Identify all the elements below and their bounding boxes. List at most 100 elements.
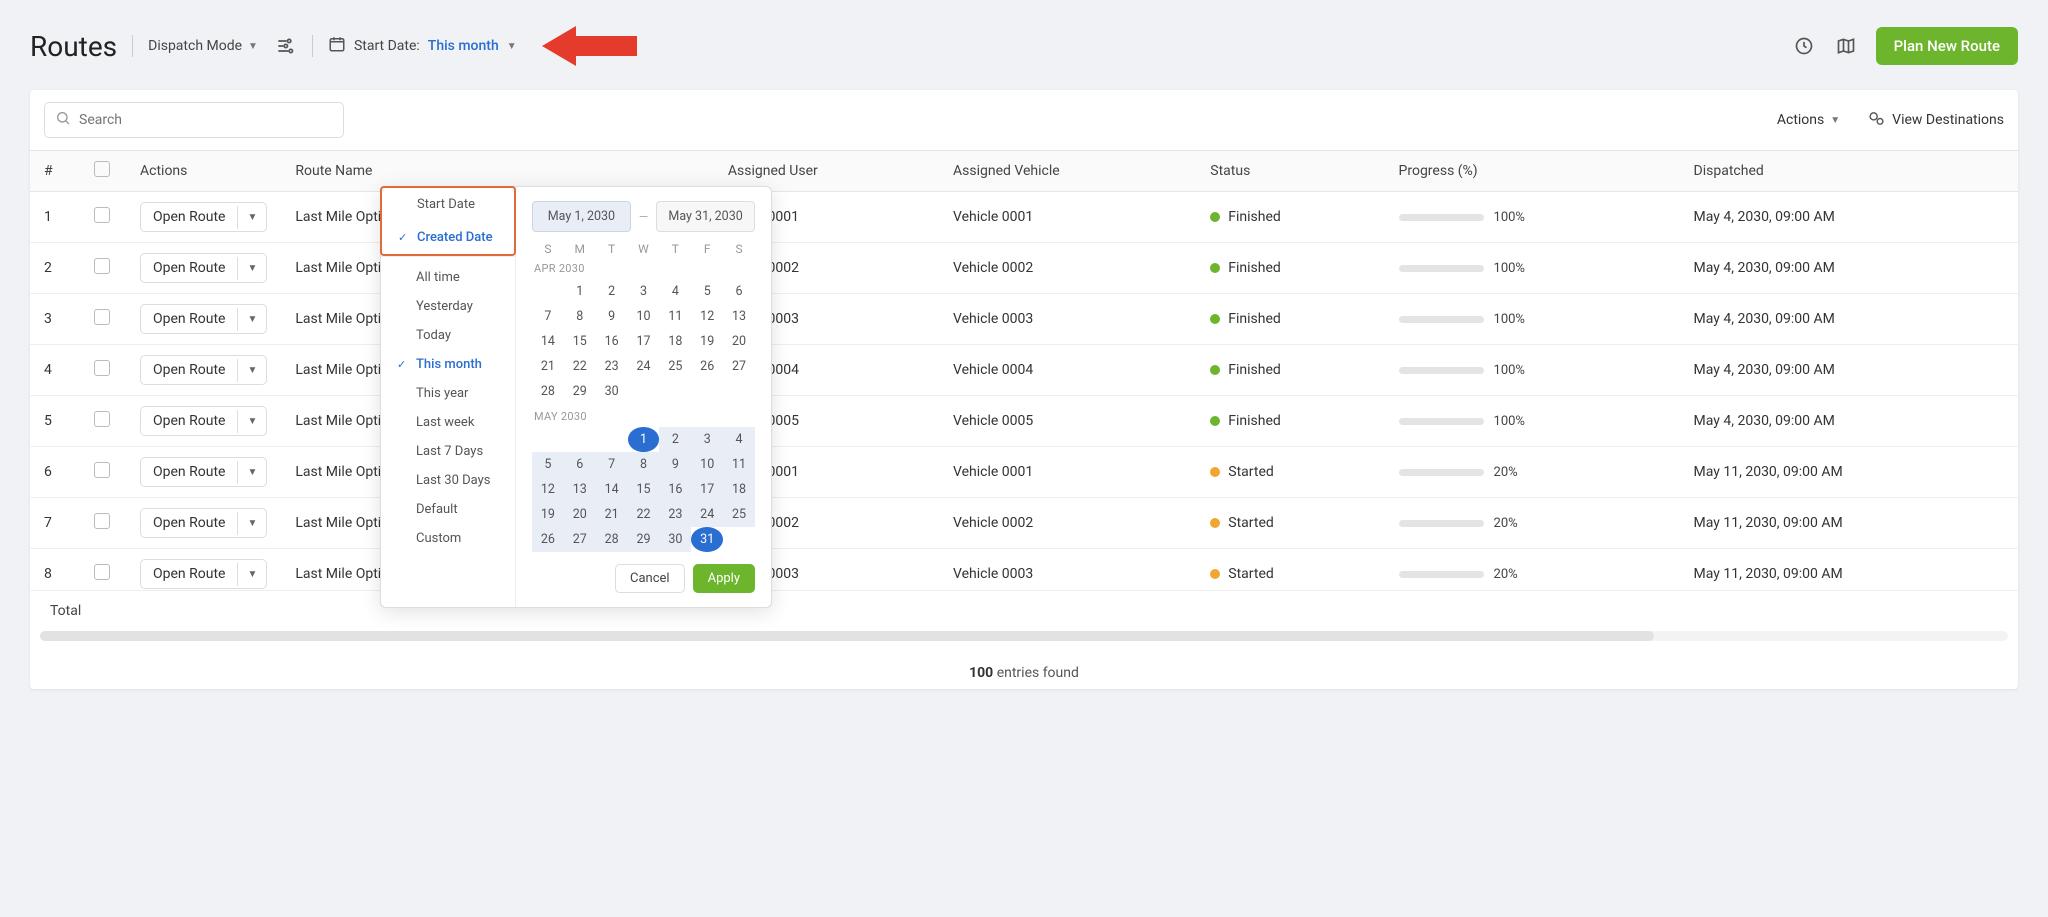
calendar-day[interactable]: 2 bbox=[596, 279, 628, 304]
calendar-day[interactable]: 31 bbox=[691, 527, 723, 552]
range-all-time[interactable]: All time bbox=[381, 263, 515, 292]
range-last-week[interactable]: Last week bbox=[381, 408, 515, 437]
row-checkbox[interactable] bbox=[94, 462, 110, 478]
calendar-day[interactable]: 15 bbox=[628, 477, 660, 502]
tune-icon[interactable] bbox=[273, 34, 297, 58]
calendar-day[interactable]: 4 bbox=[723, 427, 755, 452]
row-checkbox[interactable] bbox=[94, 411, 110, 427]
calendar-day[interactable]: 1 bbox=[628, 427, 660, 452]
calendar-day[interactable]: 24 bbox=[691, 502, 723, 527]
calendar-day[interactable]: 3 bbox=[691, 427, 723, 452]
date-cancel-button[interactable]: Cancel bbox=[615, 564, 685, 593]
calendar-day[interactable]: 24 bbox=[628, 354, 660, 379]
calendar-day[interactable]: 28 bbox=[596, 527, 628, 552]
calendar-day[interactable]: 15 bbox=[564, 329, 596, 354]
calendar-day[interactable]: 29 bbox=[628, 527, 660, 552]
chevron-down-icon[interactable]: ▼ bbox=[237, 461, 266, 484]
calendar-day[interactable]: 12 bbox=[532, 477, 564, 502]
search-input-wrap[interactable] bbox=[44, 102, 344, 138]
open-route-button[interactable]: Open Route▼ bbox=[140, 253, 267, 283]
range-today[interactable]: Today bbox=[381, 321, 515, 350]
calendar-day[interactable]: 18 bbox=[723, 477, 755, 502]
chevron-down-icon[interactable]: ▼ bbox=[237, 308, 266, 331]
calendar-day[interactable]: 21 bbox=[596, 502, 628, 527]
calendar-day[interactable]: 4 bbox=[659, 279, 691, 304]
calendar-day[interactable]: 19 bbox=[691, 329, 723, 354]
open-route-button[interactable]: Open Route▼ bbox=[140, 559, 267, 589]
row-checkbox[interactable] bbox=[94, 258, 110, 274]
chevron-down-icon[interactable]: ▼ bbox=[237, 512, 266, 535]
calendar-day[interactable]: 27 bbox=[564, 527, 596, 552]
calendar-day[interactable]: 5 bbox=[691, 279, 723, 304]
calendar-day[interactable]: 14 bbox=[532, 329, 564, 354]
calendar-day[interactable]: 8 bbox=[564, 304, 596, 329]
row-checkbox[interactable] bbox=[94, 360, 110, 376]
calendar-day[interactable]: 25 bbox=[723, 502, 755, 527]
date-apply-button[interactable]: Apply bbox=[693, 564, 755, 593]
calendar-day[interactable]: 6 bbox=[564, 452, 596, 477]
calendar-day[interactable]: 2 bbox=[659, 427, 691, 452]
calendar-day[interactable]: 8 bbox=[628, 452, 660, 477]
calendar-day[interactable]: 25 bbox=[659, 354, 691, 379]
open-route-button[interactable]: Open Route▼ bbox=[140, 202, 267, 232]
calendar-day[interactable]: 9 bbox=[659, 452, 691, 477]
row-checkbox[interactable] bbox=[94, 207, 110, 223]
date-from-input[interactable]: May 1, 2030 bbox=[532, 201, 631, 232]
chevron-down-icon[interactable]: ▼ bbox=[237, 206, 266, 229]
range-last-7[interactable]: Last 7 Days bbox=[381, 437, 515, 466]
search-input[interactable] bbox=[79, 112, 333, 128]
calendar-day[interactable]: 23 bbox=[596, 354, 628, 379]
calendar-day[interactable]: 10 bbox=[691, 452, 723, 477]
open-route-button[interactable]: Open Route▼ bbox=[140, 304, 267, 334]
calendar-day[interactable]: 22 bbox=[564, 354, 596, 379]
calendar-day[interactable]: 20 bbox=[564, 502, 596, 527]
open-route-button[interactable]: Open Route▼ bbox=[140, 457, 267, 487]
calendar-day[interactable]: 13 bbox=[564, 477, 596, 502]
calendar-day[interactable]: 22 bbox=[628, 502, 660, 527]
calendar-day[interactable]: 10 bbox=[628, 304, 660, 329]
calendar-day[interactable]: 28 bbox=[532, 379, 564, 404]
calendar-day[interactable]: 26 bbox=[532, 527, 564, 552]
start-date-filter[interactable]: Start Date: This month ▼ bbox=[328, 35, 517, 57]
row-checkbox[interactable] bbox=[94, 309, 110, 325]
basis-created-date[interactable]: ✓Created Date bbox=[382, 221, 514, 254]
view-destinations-button[interactable]: View Destinations bbox=[1868, 110, 2004, 131]
row-checkbox[interactable] bbox=[94, 513, 110, 529]
calendar-day[interactable]: 23 bbox=[659, 502, 691, 527]
row-checkbox[interactable] bbox=[94, 564, 110, 580]
horizontal-scrollbar[interactable] bbox=[40, 631, 2008, 641]
range-this-month[interactable]: ✓This month bbox=[381, 350, 515, 379]
chevron-down-icon[interactable]: ▼ bbox=[237, 257, 266, 280]
actions-dropdown[interactable]: Actions ▼ bbox=[1777, 112, 1840, 128]
open-route-button[interactable]: Open Route▼ bbox=[140, 508, 267, 538]
range-custom[interactable]: Custom bbox=[381, 524, 515, 553]
calendar-day[interactable]: 17 bbox=[691, 477, 723, 502]
calendar-day[interactable]: 19 bbox=[532, 502, 564, 527]
calendar-day[interactable]: 11 bbox=[659, 304, 691, 329]
date-to-input[interactable]: May 31, 2030 bbox=[656, 201, 755, 232]
calendar-day[interactable]: 30 bbox=[596, 379, 628, 404]
calendar-day[interactable]: 26 bbox=[691, 354, 723, 379]
calendar-day[interactable]: 13 bbox=[723, 304, 755, 329]
calendar-day[interactable]: 27 bbox=[723, 354, 755, 379]
range-last-30[interactable]: Last 30 Days bbox=[381, 466, 515, 495]
select-all-checkbox[interactable] bbox=[94, 161, 110, 177]
calendar-day[interactable]: 20 bbox=[723, 329, 755, 354]
calendar-day[interactable]: 21 bbox=[532, 354, 564, 379]
map-icon[interactable] bbox=[1834, 34, 1858, 58]
chevron-down-icon[interactable]: ▼ bbox=[237, 410, 266, 433]
dispatch-mode-dropdown[interactable]: Dispatch Mode ▼ bbox=[148, 38, 258, 54]
calendar-day[interactable]: 17 bbox=[628, 329, 660, 354]
calendar-day[interactable]: 14 bbox=[596, 477, 628, 502]
calendar-day[interactable]: 18 bbox=[659, 329, 691, 354]
calendar-day[interactable]: 3 bbox=[628, 279, 660, 304]
calendar-day[interactable]: 16 bbox=[596, 329, 628, 354]
calendar-day[interactable]: 5 bbox=[532, 452, 564, 477]
calendar-day[interactable]: 30 bbox=[659, 527, 691, 552]
range-this-year[interactable]: This year bbox=[381, 379, 515, 408]
calendar-day[interactable]: 29 bbox=[564, 379, 596, 404]
range-yesterday[interactable]: Yesterday bbox=[381, 292, 515, 321]
calendar-day[interactable]: 6 bbox=[723, 279, 755, 304]
chevron-down-icon[interactable]: ▼ bbox=[237, 359, 266, 382]
plan-new-route-button[interactable]: Plan New Route bbox=[1876, 27, 2018, 65]
